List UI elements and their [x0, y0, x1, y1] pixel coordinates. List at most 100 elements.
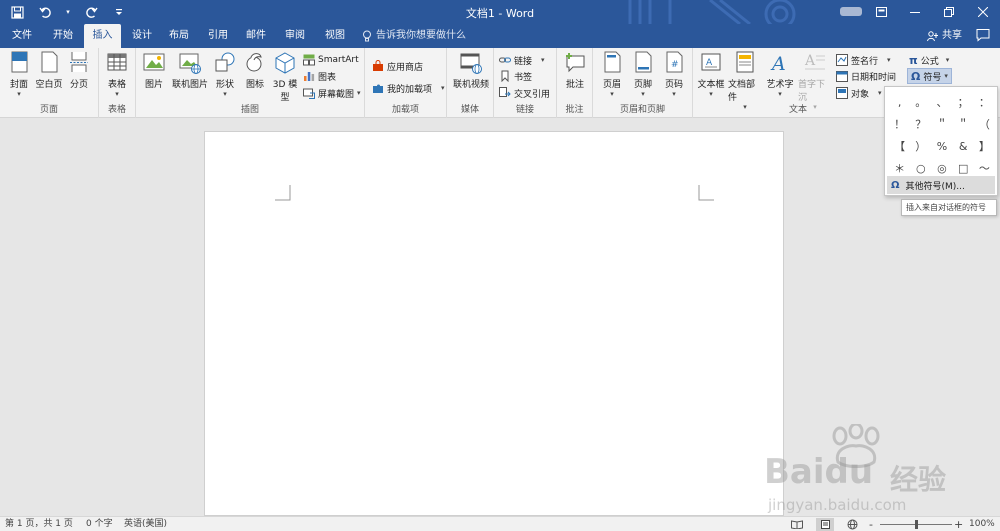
screenshot-label: 屏幕截图: [318, 89, 355, 100]
store-button[interactable]: 应用商店: [372, 58, 423, 74]
drop-cap-icon: A: [804, 53, 825, 70]
web-layout-icon[interactable]: [843, 518, 861, 531]
symbol-cell[interactable]: %: [931, 135, 952, 157]
comments-icon[interactable]: [976, 28, 992, 44]
chevron-down-icon: ▾: [17, 90, 21, 98]
textbox-button[interactable]: A 文本框 ▾: [696, 51, 726, 98]
signature-line-label: 签名行: [851, 56, 879, 67]
symbol-cell[interactable]: ）: [910, 135, 931, 157]
tab-review[interactable]: 审阅: [279, 24, 311, 48]
new-comment-label: 批注: [565, 80, 584, 90]
signature-line-button[interactable]: 签名行 ▾: [836, 52, 891, 68]
group-tables: 表格 ▾ 表格: [99, 48, 136, 118]
bookmark-button[interactable]: 书签: [499, 68, 532, 84]
symbol-cell[interactable]: ＂: [931, 113, 952, 135]
online-pictures-button[interactable]: 联机图片: [172, 51, 208, 90]
textbox-icon: A: [701, 53, 721, 71]
screenshot-button[interactable]: 屏幕截图 ▾: [303, 85, 361, 101]
link-icon: [499, 57, 511, 63]
symbol-cell[interactable]: 【: [889, 135, 910, 157]
group-links-label: 链接: [515, 105, 534, 115]
object-button[interactable]: 对象 ▾: [836, 85, 882, 101]
new-comment-button[interactable]: 批注: [560, 51, 590, 90]
link-button[interactable]: 链接 ▾: [499, 52, 545, 68]
symbol-cell[interactable]: 。: [910, 91, 931, 113]
equation-label: 公式: [920, 56, 939, 67]
ribbon-display-icon[interactable]: [864, 0, 898, 24]
chevron-down-icon: ▾: [641, 90, 645, 98]
symbol-cell[interactable]: ＂: [953, 113, 974, 135]
3d-models-button[interactable]: 3D 模 型: [270, 51, 300, 103]
shapes-button[interactable]: 形状 ▾: [210, 51, 240, 98]
table-button[interactable]: 表格 ▾: [102, 51, 132, 98]
tab-layout[interactable]: 布局: [163, 24, 195, 48]
zoom-slider-thumb[interactable]: [914, 520, 918, 529]
wordart-button[interactable]: A 艺术字 ▾: [765, 51, 795, 98]
zoom-in-button[interactable]: +: [954, 518, 963, 531]
group-media: 联机视频 媒体: [447, 48, 494, 118]
picture-label: 图片: [144, 80, 163, 90]
symbol-cell[interactable]: &: [953, 135, 974, 157]
page-count-status[interactable]: 第 1 页，共 1 页: [5, 518, 73, 531]
symbol-button[interactable]: Ω 符号 ▾: [907, 68, 952, 84]
group-tables-label: 表格: [107, 105, 126, 115]
read-mode-icon[interactable]: [788, 518, 806, 531]
maximize-icon[interactable]: [932, 0, 966, 24]
symbol-cell[interactable]: ,: [889, 91, 910, 113]
header-button[interactable]: 页眉 ▾: [597, 51, 627, 98]
share-button[interactable]: 共享: [927, 24, 962, 48]
equation-button[interactable]: π 公式 ▾: [909, 52, 949, 68]
symbol-cell[interactable]: ；: [953, 91, 974, 113]
tab-mailings[interactable]: 邮件: [240, 24, 272, 48]
chevron-down-icon: ▾: [778, 90, 782, 98]
tab-references[interactable]: 引用: [202, 24, 234, 48]
group-pages-label: 页面: [39, 105, 58, 115]
tab-insert[interactable]: 插入: [84, 24, 121, 48]
date-time-button[interactable]: 日期和时间: [836, 68, 896, 84]
chart-button[interactable]: 图表: [303, 68, 336, 84]
user-name[interactable]: [840, 7, 862, 16]
zoom-level[interactable]: 100%: [969, 518, 995, 531]
page-number-button[interactable]: # 页码 ▾: [659, 51, 689, 98]
icons-button[interactable]: 图标: [240, 51, 270, 90]
zoom-slider[interactable]: [880, 520, 952, 529]
tell-me-search[interactable]: 告诉我你想要做什么: [362, 24, 466, 48]
document-page[interactable]: [204, 131, 784, 516]
print-layout-icon[interactable]: [816, 518, 834, 531]
more-symbols-button[interactable]: Ω 其他符号(M)...: [887, 176, 995, 194]
symbol-cell[interactable]: ！: [889, 113, 910, 135]
pictures-button[interactable]: 图片: [139, 51, 169, 90]
close-icon[interactable]: [966, 0, 1000, 24]
symbol-cell[interactable]: 、: [931, 91, 952, 113]
calendar-icon: [836, 71, 848, 82]
group-media-label: 媒体: [460, 105, 479, 115]
blank-page-button[interactable]: 空白页: [34, 51, 64, 90]
zoom-out-button[interactable]: -: [869, 518, 873, 531]
word-count-status[interactable]: 0 个字: [86, 518, 113, 531]
new-comment-icon: [566, 53, 585, 73]
cover-page-button[interactable]: 封面 ▾: [4, 51, 34, 98]
online-video-button[interactable]: 联机视频: [450, 51, 492, 90]
language-status[interactable]: 英语(美国): [124, 518, 167, 531]
tab-design[interactable]: 设计: [126, 24, 158, 48]
chevron-down-icon: ▾: [357, 89, 361, 97]
symbol-dropdown: , 。 、 ； ： ！ ？ ＂ ＂ （ 【 ） % & 】 ＊ ○ ◎ □ ～ …: [884, 86, 998, 196]
minimize-icon[interactable]: [898, 0, 932, 24]
tab-view[interactable]: 视图: [319, 24, 351, 48]
footer-button[interactable]: 页脚 ▾: [628, 51, 658, 98]
symbol-cell[interactable]: （: [974, 113, 995, 135]
tab-home[interactable]: 开始: [47, 24, 79, 48]
group-links: 链接 ▾ 书签 交叉引用 链接: [494, 48, 557, 118]
symbol-cell[interactable]: ：: [974, 91, 995, 113]
my-addins-icon: [373, 84, 383, 93]
page-break-button[interactable]: 分页: [64, 51, 94, 90]
cross-reference-button[interactable]: 交叉引用: [499, 85, 550, 101]
my-addins-button[interactable]: 我的加载项 ▾: [372, 80, 445, 96]
online-video-label: 联机视频: [452, 80, 489, 90]
smartart-button[interactable]: SmartArt: [303, 52, 359, 68]
cover-page-label: 封面: [9, 80, 28, 90]
symbol-cell[interactable]: 】: [974, 135, 995, 157]
tab-file[interactable]: 文件: [6, 24, 38, 48]
symbol-cell[interactable]: ？: [910, 113, 931, 135]
cross-reference-label: 交叉引用: [514, 89, 551, 100]
